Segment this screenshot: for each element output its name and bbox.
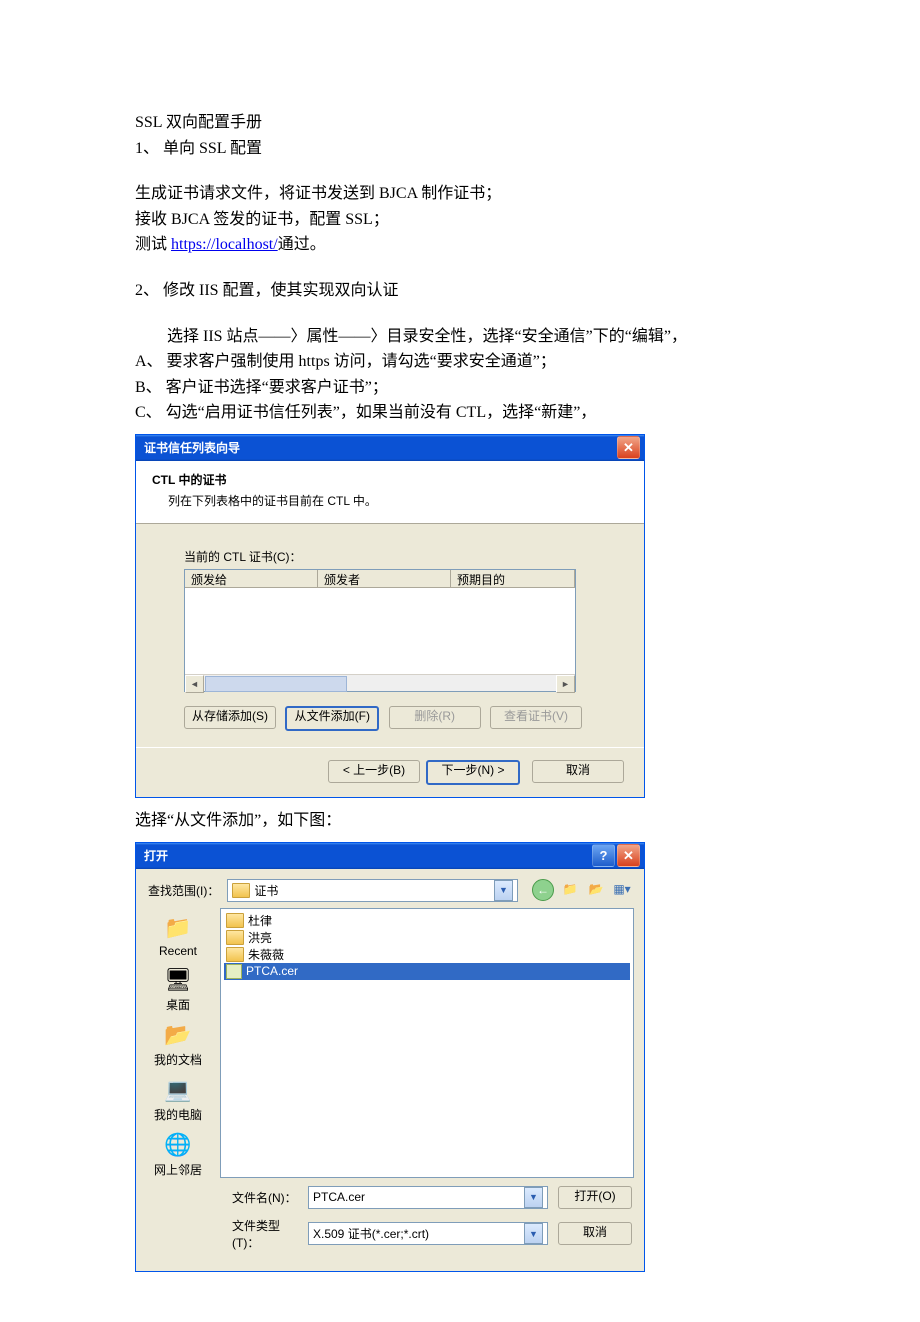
list-item[interactable]: 杜律 — [224, 912, 630, 929]
list-item[interactable]: 洪亮 — [224, 929, 630, 946]
nav-up-icon[interactable]: 📁 — [560, 879, 580, 899]
dropdown-icon[interactable]: ▼ — [524, 1223, 543, 1244]
add-from-file-button[interactable]: 从文件添加(F) — [285, 706, 379, 731]
desktop-icon: 🖥 — [162, 966, 194, 994]
file-name: PTCA.cer — [246, 964, 298, 978]
listview-body — [185, 588, 575, 674]
list-item[interactable]: 朱薇薇 — [224, 946, 630, 963]
open-file-dialog: 打开 ? ✕ 查找范围(I)： 证书 ▼ ← 📁 📂 ▦▾ 📁 Recent — [135, 842, 645, 1272]
col-issuer[interactable]: 颁发者 — [318, 570, 451, 588]
cancel-button[interactable]: 取消 — [558, 1222, 632, 1245]
scroll-left-icon[interactable]: ◄ — [185, 675, 204, 693]
nav-back-icon[interactable]: ← — [532, 879, 554, 901]
filename-label: 文件名(N)： — [232, 1189, 298, 1206]
open-title: 打开 — [144, 847, 590, 864]
filename-value: PTCA.cer — [313, 1190, 365, 1204]
place-mydocs[interactable]: 📂 我的文档 — [140, 1019, 216, 1070]
scroll-thumb[interactable] — [205, 676, 347, 692]
ctl-wizard-header: CTL 中的证书 列在下列表格中的证书目前在 CTL 中。 — [136, 461, 644, 524]
listview-hscroll[interactable]: ◄ ► — [185, 674, 575, 691]
place-mycomputer[interactable]: 💻 我的电脑 — [140, 1074, 216, 1125]
place-recent-label: Recent — [140, 944, 216, 958]
nav-views-icon[interactable]: ▦▾ — [612, 879, 632, 899]
file-name: 朱薇薇 — [248, 946, 284, 963]
para-1: 生成证书请求文件，将证书发送到 BJCA 制作证书； — [135, 181, 785, 207]
help-icon[interactable]: ? — [592, 844, 615, 867]
step-a: A、 要求客户强制使用 https 访问，请勾选“要求安全通道”； — [135, 349, 785, 375]
filename-input[interactable]: PTCA.cer ▼ — [308, 1186, 548, 1209]
filetype-label: 文件类型(T)： — [232, 1217, 298, 1251]
para-3: 测试 https://localhost/通过。 — [135, 232, 785, 258]
look-in-label: 查找范围(I)： — [148, 882, 219, 899]
file-name: 杜律 — [248, 912, 272, 929]
between-text: 选择“从文件添加”，如下图： — [135, 808, 785, 834]
para-2: 接收 BJCA 签发的证书，配置 SSL； — [135, 207, 785, 233]
ctl-cert-listview[interactable]: 颁发给 颁发者 预期目的 ◄ ► — [184, 569, 576, 692]
recent-folder-icon: 📁 — [162, 914, 194, 942]
step-c: C、 勾选“启用证书信任列表”，如果当前没有 CTL，选择“新建”， — [135, 400, 785, 426]
localhost-link[interactable]: https://localhost/ — [171, 236, 278, 253]
step-intro: 选择 IIS 站点——〉属性——〉目录安全性，选择“安全通信”下的“编辑”， — [135, 324, 785, 350]
network-icon: 🌐 — [162, 1131, 194, 1159]
place-mydocs-label: 我的文档 — [140, 1051, 216, 1068]
listview-headers: 颁发给 颁发者 预期目的 — [185, 570, 575, 588]
para-3-pre: 测试 — [135, 236, 171, 253]
dropdown-icon[interactable]: ▼ — [494, 880, 513, 901]
look-in-value: 证书 — [254, 882, 278, 899]
filetype-value: X.509 证书(*.cer;*.crt) — [313, 1225, 429, 1242]
next-button[interactable]: 下一步(N) > — [426, 760, 520, 785]
dropdown-icon[interactable]: ▼ — [524, 1187, 543, 1208]
ctl-wizard-dialog: 证书信任列表向导 ✕ CTL 中的证书 列在下列表格中的证书目前在 CTL 中。… — [135, 434, 645, 798]
open-button[interactable]: 打开(O) — [558, 1186, 632, 1209]
folder-icon — [226, 947, 244, 962]
mydocs-icon: 📂 — [162, 1021, 194, 1049]
col-purpose[interactable]: 预期目的 — [451, 570, 575, 588]
remove-button: 删除(R) — [389, 706, 481, 729]
folder-icon — [226, 913, 244, 928]
ctl-header-sub: 列在下列表格中的证书目前在 CTL 中。 — [168, 492, 628, 509]
item-1: 1、 单向 SSL 配置 — [135, 136, 785, 162]
mycomputer-icon: 💻 — [162, 1076, 194, 1104]
close-icon[interactable]: ✕ — [617, 844, 640, 867]
file-list[interactable]: 杜律 洪亮 朱薇薇 PTCA.cer — [220, 908, 634, 1178]
nav-newfolder-icon[interactable]: 📂 — [586, 879, 606, 899]
doc-title: SSL 双向配置手册 — [135, 110, 785, 136]
folder-icon — [232, 883, 250, 898]
look-in-combo[interactable]: 证书 ▼ — [227, 879, 518, 902]
cancel-button[interactable]: 取消 — [532, 760, 624, 783]
para-3-post: 通过。 — [278, 236, 326, 253]
place-desktop-label: 桌面 — [140, 996, 216, 1013]
back-button[interactable]: < 上一步(B) — [328, 760, 420, 783]
folder-icon — [226, 930, 244, 945]
file-name: 洪亮 — [248, 929, 272, 946]
place-desktop[interactable]: 🖥 桌面 — [140, 964, 216, 1015]
place-mycomputer-label: 我的电脑 — [140, 1106, 216, 1123]
ctl-header-bold: CTL 中的证书 — [152, 471, 628, 488]
item-2: 2、 修改 IIS 配置，使其实现双向认证 — [135, 278, 785, 304]
add-from-store-button[interactable]: 从存储添加(S) — [184, 706, 276, 729]
places-bar: 📁 Recent 🖥 桌面 📂 我的文档 💻 我的电脑 🌐 网上邻 — [136, 908, 220, 1178]
list-item-selected[interactable]: PTCA.cer — [224, 963, 630, 980]
certificate-icon — [226, 964, 242, 979]
filetype-combo[interactable]: X.509 证书(*.cer;*.crt) ▼ — [308, 1222, 548, 1245]
ctl-wizard-titlebar[interactable]: 证书信任列表向导 ✕ — [136, 435, 644, 461]
ctl-list-label: 当前的 CTL 证书(C)： — [184, 548, 620, 565]
scroll-right-icon[interactable]: ► — [556, 675, 575, 693]
col-issued-to[interactable]: 颁发给 — [185, 570, 318, 588]
close-icon[interactable]: ✕ — [617, 436, 640, 459]
place-recent[interactable]: 📁 Recent — [140, 912, 216, 960]
step-b: B、 客户证书选择“要求客户证书”； — [135, 375, 785, 401]
place-network[interactable]: 🌐 网上邻居 — [140, 1129, 216, 1180]
view-cert-button: 查看证书(V) — [490, 706, 582, 729]
place-network-label: 网上邻居 — [140, 1161, 216, 1178]
open-titlebar[interactable]: 打开 ? ✕ — [136, 843, 644, 869]
ctl-wizard-title: 证书信任列表向导 — [144, 439, 615, 456]
